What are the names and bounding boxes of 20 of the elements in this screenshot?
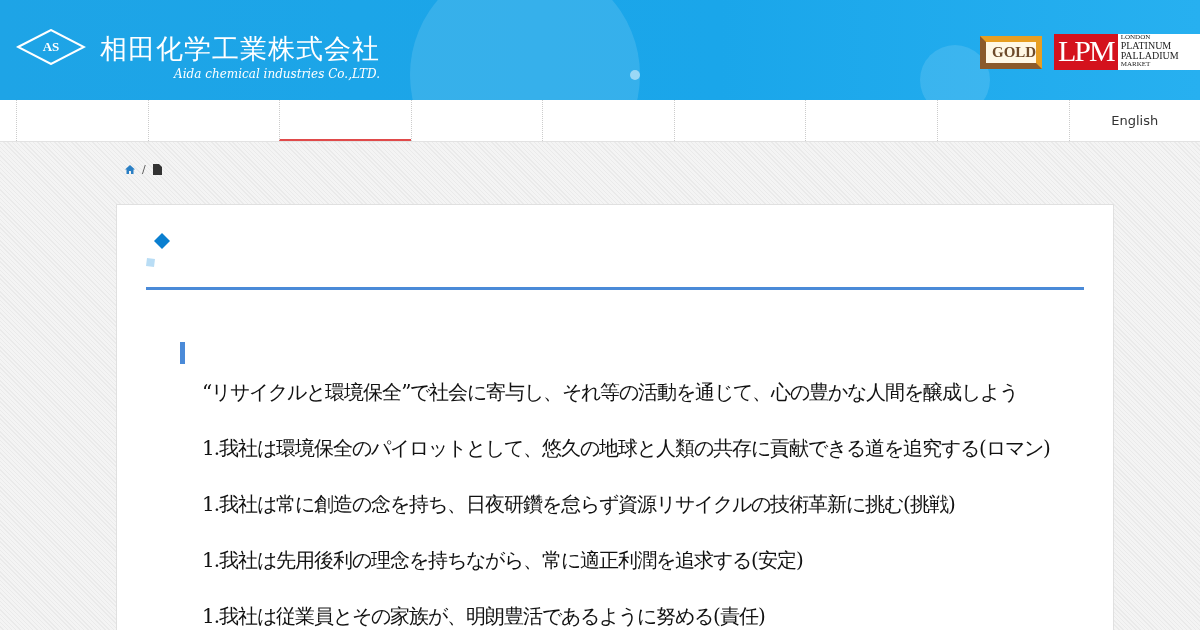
policy-text: 1.我社は環境保全のパイロットとして、悠久の地球と人類の共存に貢献できる道を追究する(ロマン) <box>202 435 1050 462</box>
badge-text: PALLADIUM <box>1120 51 1179 61</box>
policy-text: “リサイクルと環境保全”で社会に寄与し、それ等の活動を通じて、心の豊かな人間を醸成しよう <box>202 379 1019 406</box>
home-icon[interactable] <box>125 164 135 174</box>
nav-item[interactable]: English <box>1068 100 1200 141</box>
logo-letters: AS <box>42 40 60 54</box>
badge-text: PLATINUM <box>1120 41 1173 51</box>
breadcrumb-separator: / <box>142 162 146 176</box>
bullion-badge: GOLD <box>980 35 1042 69</box>
company-name: 相田化学工業株式会社 <box>100 33 380 65</box>
policy-text: 1.我社は常に創造の念を持ち、日夜研鑽を怠らず資源リサイクルの技術革新に挑む(挑戦) <box>202 491 955 518</box>
section-marker <box>180 342 185 364</box>
document-icon <box>152 163 162 175</box>
policy-text: 1.我社は従業員とその家族が、明朗豊活であるように努める(責任) <box>202 603 765 630</box>
company-name-english: Aida chemical industries Co.,LTD. <box>174 67 380 81</box>
policy-text: 1.我社は先用後利の理念を持ちながら、常に適正利潤を追求する(安定) <box>202 547 803 574</box>
lpm-letters: LPM <box>1054 34 1118 70</box>
logo-diamond-icon <box>16 29 86 65</box>
diamond-icon <box>154 233 170 249</box>
nav-item[interactable] <box>279 100 411 141</box>
